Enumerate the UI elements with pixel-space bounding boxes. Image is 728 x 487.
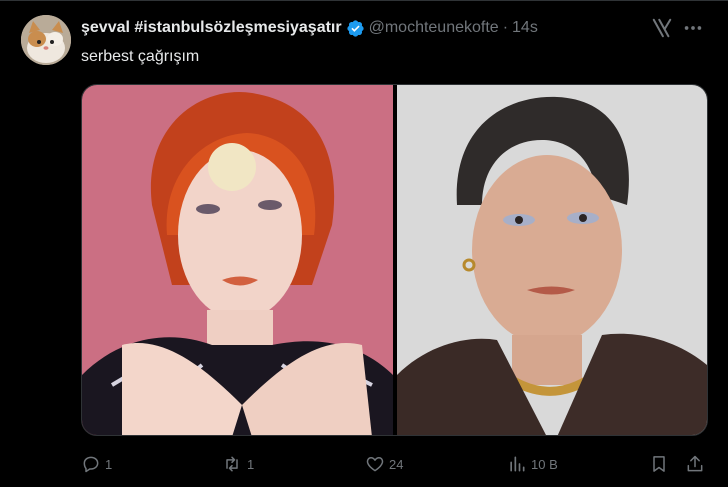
- reply-icon: [81, 454, 101, 474]
- reply-button[interactable]: 1: [81, 452, 112, 476]
- media-image-left[interactable]: [82, 85, 393, 435]
- more-icon[interactable]: [680, 17, 706, 39]
- tweet-text: serbest çağrışım: [81, 48, 200, 65]
- heart-icon: [365, 454, 385, 474]
- retweet-icon: [221, 454, 243, 474]
- like-count: 24: [389, 456, 404, 472]
- action-bar: 1 1 24 10 B: [81, 452, 708, 476]
- user-handle[interactable]: @mochteunekofte: [369, 18, 499, 38]
- retweet-button[interactable]: 1: [221, 452, 254, 476]
- share-button[interactable]: [685, 452, 705, 476]
- views-button[interactable]: 10 B: [507, 452, 558, 476]
- share-icon: [685, 454, 705, 474]
- views-count: 10 B: [531, 456, 558, 472]
- tweet[interactable]: şevval #istanbulsözleşmesiyaşatır @mocht…: [0, 0, 728, 487]
- verified-badge-icon[interactable]: [346, 19, 365, 38]
- separator-dot: ·: [502, 19, 509, 36]
- reply-count: 1: [105, 456, 113, 472]
- avatar[interactable]: [21, 15, 71, 65]
- like-button[interactable]: 24: [365, 452, 403, 476]
- media-grid[interactable]: [81, 84, 708, 436]
- bookmark-icon: [649, 454, 669, 474]
- grok-icon[interactable]: [650, 17, 674, 39]
- views-icon: [507, 454, 527, 474]
- tweet-header: şevval #istanbulsözleşmesiyaşatır @mocht…: [81, 17, 538, 39]
- timestamp[interactable]: 14s: [512, 18, 538, 38]
- bookmark-button[interactable]: [649, 452, 669, 476]
- media-image-right[interactable]: [397, 85, 707, 435]
- display-name[interactable]: şevval #istanbulsözleşmesiyaşatır: [81, 18, 342, 38]
- retweet-count: 1: [247, 456, 255, 472]
